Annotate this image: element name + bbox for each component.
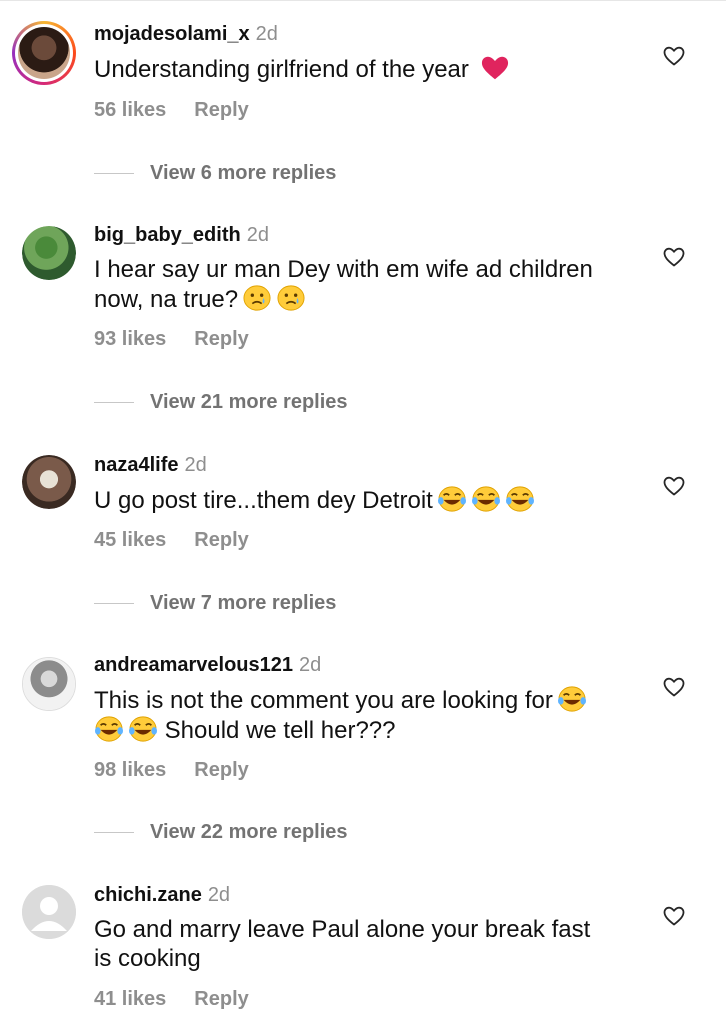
reply-button[interactable]: Reply [194, 759, 248, 781]
tears-of-joy-emoji-icon [505, 485, 535, 513]
comment-meta: 45 likes Reply [94, 528, 249, 552]
timestamp: 2d [255, 23, 278, 45]
avatar[interactable] [22, 226, 76, 280]
top-divider [0, 0, 726, 7]
heart-outline-icon[interactable] [662, 675, 686, 699]
comment-text-line-2: now, na true? [94, 284, 634, 314]
comment-text: I hear say ur man Dey with em wife ad ch… [94, 255, 634, 314]
view-replies-button[interactable]: View 21 more replies [94, 390, 348, 414]
comment-header: andreamarvelous121 2d [94, 653, 321, 677]
divider-dash [94, 402, 134, 404]
view-replies-label: View 22 more replies [150, 821, 348, 843]
view-replies-label: View 7 more replies [150, 592, 337, 614]
likes-count[interactable]: 98 likes [94, 759, 166, 781]
heart-outline-icon[interactable] [662, 904, 686, 928]
tears-of-joy-emoji-icon [437, 485, 467, 513]
comment-text-line: Go and marry leave Paul alone your break… [94, 916, 591, 943]
avatar[interactable] [22, 455, 76, 509]
reply-button[interactable]: Reply [194, 99, 248, 121]
likes-count[interactable]: 93 likes [94, 328, 166, 350]
crying-face-emoji-icon [242, 284, 272, 312]
reply-button[interactable]: Reply [194, 328, 248, 350]
tears-of-joy-emoji-icon [128, 715, 158, 743]
comment-meta: 98 likes Reply [94, 758, 249, 782]
timestamp: 2d [207, 884, 231, 906]
comment-text-line: Should we tell her??? [164, 717, 396, 744]
likes-count[interactable]: 41 likes [94, 988, 166, 1010]
heart-outline-icon[interactable] [662, 245, 686, 269]
comment-header: naza4life 2d [94, 453, 207, 477]
comment-header: chichi.zane 2d [94, 883, 230, 907]
comment-text-line: This is not the comment you are looking … [94, 687, 553, 714]
avatar[interactable] [12, 21, 76, 85]
likes-count[interactable]: 45 likes [94, 529, 166, 551]
heart-outline-icon[interactable] [662, 44, 686, 68]
comment-meta: 41 likes Reply [94, 987, 249, 1011]
view-replies-label: View 6 more replies [150, 162, 337, 184]
view-replies-button[interactable]: View 6 more replies [94, 161, 336, 185]
avatar[interactable] [22, 885, 76, 939]
comment-text: Go and marry leave Paul alone your break… [94, 915, 634, 973]
timestamp: 2d [246, 224, 269, 246]
comment-text-line: I hear say ur man Dey with em wife ad ch… [94, 256, 593, 283]
timestamp: 2d [184, 454, 207, 476]
comment-text-line: U go post tire...them dey Detroit [94, 487, 433, 514]
divider-dash [94, 173, 134, 175]
tears-of-joy-emoji-icon [471, 485, 501, 513]
comment-text-line: Understanding girlfriend of the year [94, 56, 469, 83]
heart-outline-icon[interactable] [662, 474, 686, 498]
comment-text: U go post tire...them dey Detroit [94, 485, 634, 515]
username[interactable]: mojadesolami_x [94, 23, 250, 45]
timestamp: 2d [299, 654, 322, 676]
comment-text: This is not the comment you are looking … [94, 685, 634, 745]
comment-meta: 93 likes Reply [94, 327, 249, 351]
tears-of-joy-emoji-icon [557, 685, 587, 713]
comment-header: big_baby_edith 2d [94, 223, 269, 247]
view-replies-label: View 21 more replies [150, 391, 348, 413]
comment-text: Understanding girlfriend of the year [94, 54, 634, 84]
avatar-image [18, 27, 70, 79]
avatar-image [22, 455, 76, 509]
crying-face-emoji-icon [276, 284, 306, 312]
default-avatar-icon [22, 885, 76, 939]
avatar-ring [15, 24, 73, 82]
avatar[interactable] [22, 657, 76, 711]
reply-button[interactable]: Reply [194, 529, 248, 551]
avatar-image [23, 658, 75, 710]
divider-dash [94, 603, 134, 605]
comment-text-line: now, na true? [94, 286, 239, 313]
heart-emoji-icon [480, 54, 510, 82]
comment-text-line: is cooking [94, 945, 201, 972]
avatar-image [22, 226, 76, 280]
username[interactable]: naza4life [94, 454, 178, 476]
username[interactable]: big_baby_edith [94, 224, 241, 246]
comment-header: mojadesolami_x 2d [94, 22, 278, 46]
username[interactable]: chichi.zane [94, 884, 202, 906]
username[interactable]: andreamarvelous121 [94, 654, 293, 676]
divider-dash [94, 832, 134, 834]
view-replies-button[interactable]: View 7 more replies [94, 591, 336, 615]
view-replies-button[interactable]: View 22 more replies [94, 820, 348, 844]
comment-meta: 56 likes Reply [94, 98, 249, 122]
tears-of-joy-emoji-icon [94, 715, 124, 743]
comment-text-line-1: This is not the comment you are looking … [94, 685, 634, 715]
likes-count[interactable]: 56 likes [94, 99, 166, 121]
comment-text-line-2: Should we tell her??? [90, 715, 634, 745]
reply-button[interactable]: Reply [194, 988, 248, 1010]
